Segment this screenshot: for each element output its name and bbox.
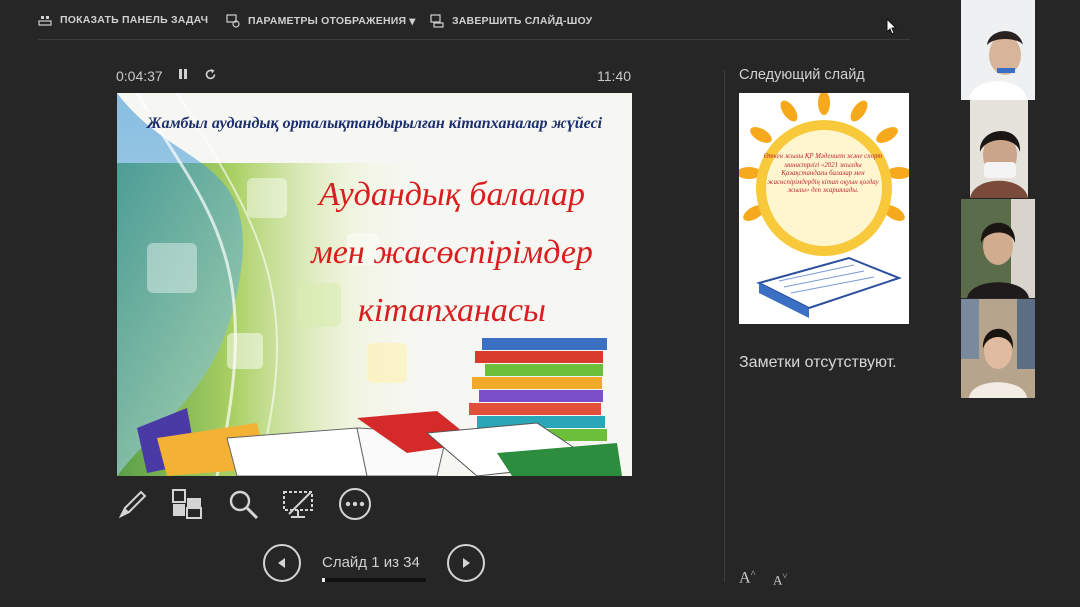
participant-avatar-1	[961, 0, 1035, 100]
mouse-cursor-icon	[886, 18, 898, 35]
slide-title-line-2: мен жасөспірімдер	[311, 234, 593, 271]
increase-font-button[interactable]: A˄	[739, 568, 756, 587]
participant-video-2[interactable]	[970, 100, 1028, 198]
restart-timer-button[interactable]	[204, 68, 217, 84]
end-slideshow-label: ЗАВЕРШИТЬ СЛАЙД-ШОУ	[452, 15, 593, 27]
end-slideshow-button[interactable]: ЗАВЕРШИТЬ СЛАЙД-ШОУ	[430, 14, 592, 28]
slide-counter: Слайд 1 из 34	[322, 554, 420, 571]
participant-video-3[interactable]	[961, 199, 1035, 298]
arrow-right-icon	[463, 558, 470, 568]
display-settings-icon	[226, 14, 240, 28]
slide-title-line-1: Аудандық балалар	[319, 176, 585, 213]
taskbar-icon	[38, 16, 52, 26]
see-all-slides-button[interactable]	[170, 486, 206, 522]
next-slide-preview[interactable]: Өткен жылы ҚР Мәдениет және спорт минист…	[739, 93, 909, 324]
more-options-button[interactable]	[337, 486, 373, 522]
end-show-icon	[430, 14, 444, 28]
next-slide-label: Следующий слайд	[739, 67, 865, 83]
decrease-font-button[interactable]: A˅	[773, 571, 787, 588]
participant-avatar-4	[961, 299, 1035, 398]
slide-progress-fill	[322, 578, 326, 582]
more-options-icon	[339, 488, 371, 520]
presenter-toolbar: ПОКАЗАТЬ ПАНЕЛЬ ЗАДАЧ ПАРАМЕТРЫ ОТОБРАЖЕ…	[0, 0, 910, 42]
show-taskbar-button[interactable]: ПОКАЗАТЬ ПАНЕЛЬ ЗАДАЧ	[38, 14, 208, 26]
chevron-down-icon: ▾	[409, 14, 416, 28]
slide-header-text: Жамбыл аудандық орталықтандырылған кітап…	[146, 115, 603, 132]
restart-icon	[205, 69, 216, 80]
current-slide[interactable]: Жамбыл аудандық орталықтандырылған кітап…	[117, 93, 632, 476]
black-screen-icon	[283, 491, 313, 518]
slide-title-line-3: кітапханасы	[358, 292, 546, 329]
participant-avatar-2	[970, 100, 1028, 198]
next-slide-text: Өткен жылы ҚР Мәдениет және спорт минист…	[763, 153, 883, 194]
previous-slide-button[interactable]	[263, 544, 301, 582]
black-screen-button[interactable]	[281, 486, 317, 522]
slide-progress-bar	[322, 578, 426, 582]
next-slide-art	[739, 93, 909, 324]
pen-tool-button[interactable]	[116, 486, 150, 522]
show-taskbar-label: ПОКАЗАТЬ ПАНЕЛЬ ЗАДАЧ	[60, 14, 209, 26]
next-slide-button[interactable]	[447, 544, 485, 582]
arrow-left-icon	[278, 558, 285, 568]
display-settings-label: ПАРАМЕТРЫ ОТОБРАЖЕНИЯ	[248, 15, 407, 27]
current-time: 11:40	[597, 68, 631, 84]
decrease-font-icon: A	[773, 572, 783, 588]
participant-video-4[interactable]	[961, 299, 1035, 398]
slides-grid-icon	[172, 489, 202, 519]
pause-icon	[179, 69, 187, 79]
toolbar-divider	[38, 39, 910, 40]
participant-video-1[interactable]	[961, 0, 1035, 100]
zoom-icon	[229, 490, 259, 520]
pen-icon	[118, 490, 147, 519]
elapsed-timer: 0:04:37	[116, 68, 163, 84]
pause-timer-button[interactable]	[178, 68, 188, 83]
zoom-button[interactable]	[226, 486, 262, 522]
panel-divider	[724, 70, 725, 582]
increase-font-icon: A	[739, 569, 751, 587]
participant-avatar-3	[961, 199, 1035, 298]
display-settings-button[interactable]: ПАРАМЕТРЫ ОТОБРАЖЕНИЯ ▾	[226, 14, 415, 28]
speaker-notes: Заметки отсутствуют.	[739, 354, 897, 371]
